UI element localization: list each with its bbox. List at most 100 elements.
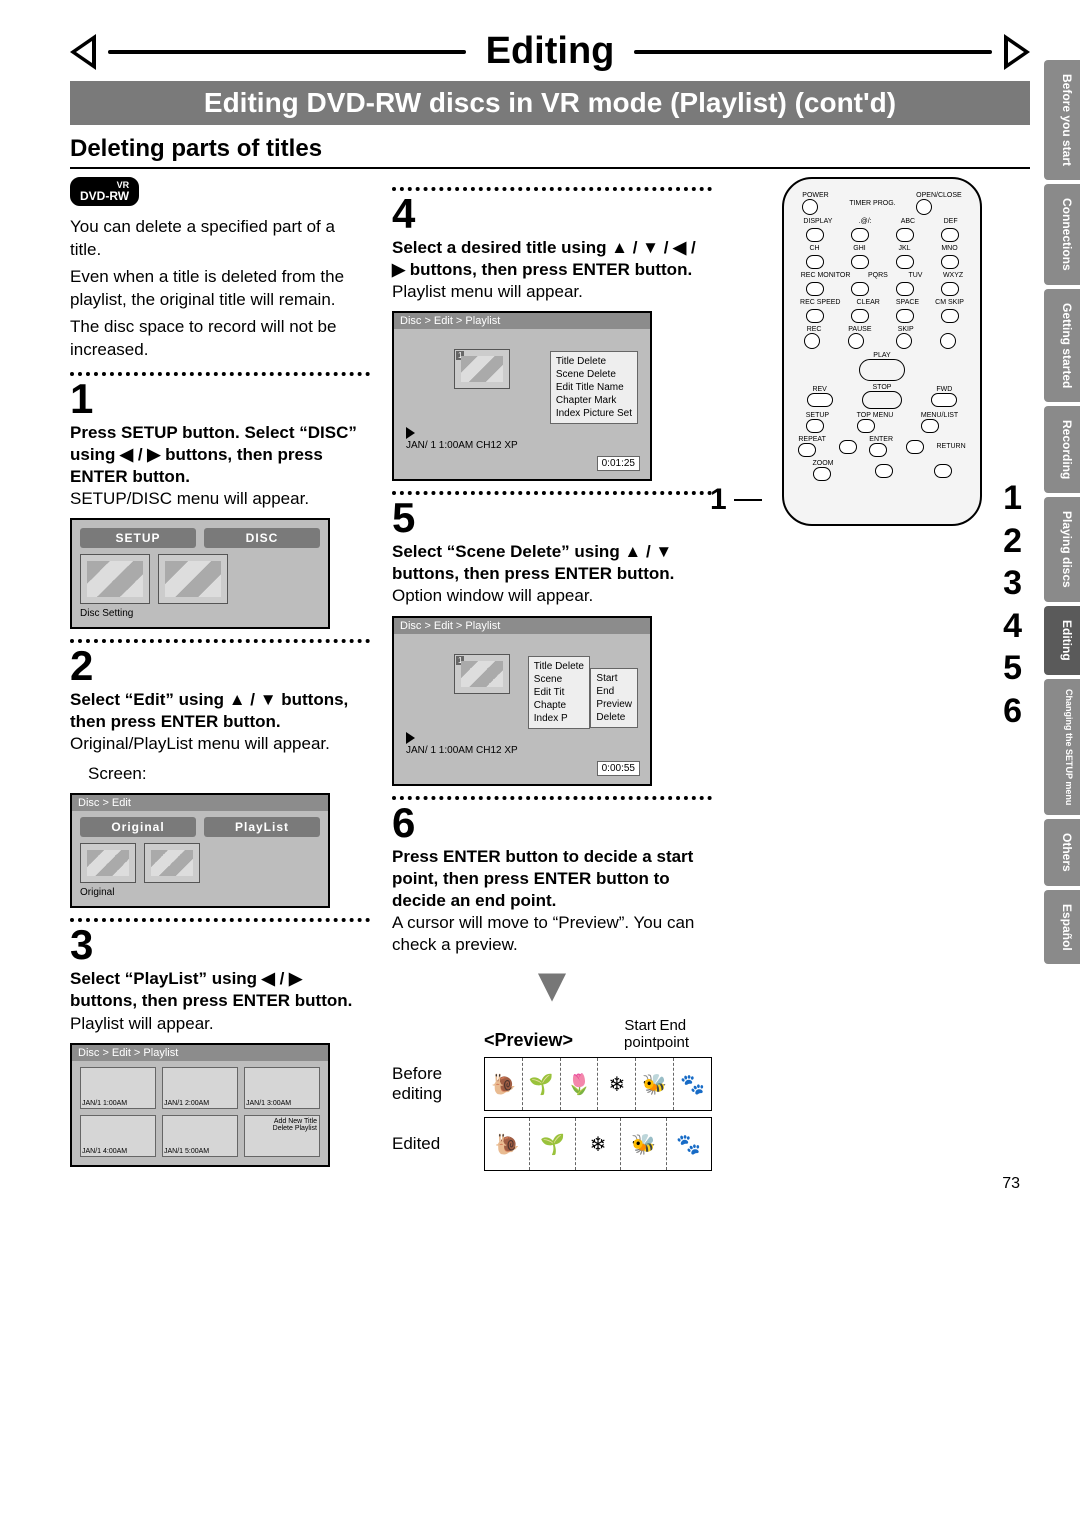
setup-button[interactable] <box>806 419 824 433</box>
key-3-button[interactable] <box>941 228 959 242</box>
power-button[interactable] <box>802 199 818 215</box>
lbl-display: DISPLAY <box>803 218 832 225</box>
clear-button[interactable] <box>851 309 869 323</box>
side-tab[interactable]: Recording <box>1044 406 1080 493</box>
key-2-button[interactable] <box>896 228 914 242</box>
playlist-cell: JAN/1 2:00AM <box>162 1067 238 1109</box>
lbl-abc: ABC <box>898 218 918 225</box>
remote-control: POWER TIMER PROG. OPEN/CLOSE DISPLAY .@/… <box>782 177 982 526</box>
key-1-button[interactable] <box>851 228 869 242</box>
opt: Title Delete <box>534 660 584 673</box>
lbl-def: DEF <box>941 218 961 225</box>
banner-arrow-right-icon <box>1004 34 1030 70</box>
playlist-cell: JAN/1 1:00AM <box>80 1067 156 1109</box>
banner-arrow-left-icon <box>70 34 96 70</box>
lbl-pause: PAUSE <box>848 326 871 333</box>
page-number: 73 <box>1002 1175 1020 1193</box>
recspeed-button[interactable] <box>806 309 824 323</box>
side-tab[interactable]: Playing discs <box>1044 497 1080 602</box>
frame-icon: 🐌 <box>485 1058 523 1110</box>
side-tab[interactable]: Others <box>1044 819 1080 886</box>
zoom-button[interactable] <box>813 467 831 481</box>
fwd-button[interactable] <box>931 393 957 407</box>
key-8-button[interactable] <box>896 282 914 296</box>
step-divider <box>70 372 370 376</box>
skip-next-button[interactable] <box>940 333 956 349</box>
repeat-button[interactable] <box>798 443 816 457</box>
cell-label: JAN/1 2:00AM <box>164 1100 209 1107</box>
frame-icon: ❄ <box>576 1118 621 1170</box>
callout-3: 3 <box>1003 562 1022 605</box>
stop-button[interactable] <box>862 391 902 409</box>
step-2-body: Original/PlayList menu will appear. <box>70 733 370 755</box>
opt-preview: Preview <box>596 698 632 711</box>
start-point-label: Start point <box>624 1017 657 1051</box>
cmskip-button[interactable] <box>941 309 959 323</box>
play-button[interactable] <box>859 359 905 381</box>
frame-icon: 🐾 <box>674 1058 711 1110</box>
playlist-cell: JAN/1 4:00AM <box>80 1115 156 1157</box>
lbl-space: SPACE <box>896 299 919 306</box>
topmenu-button[interactable] <box>857 419 875 433</box>
preview-edited-row: Edited 🐌 🌱 ❄ 🐝 🐾 <box>392 1117 712 1171</box>
side-tab[interactable]: Before you start <box>1044 60 1080 180</box>
recmon-button[interactable] <box>806 282 824 296</box>
end-point-label: End point <box>657 1017 690 1051</box>
screen2-crumb: Disc > Edit <box>72 795 328 811</box>
banner-title: Editing <box>478 30 623 73</box>
frame-icon: 🌱 <box>530 1118 575 1170</box>
key-7-button[interactable] <box>851 282 869 296</box>
step-3-heading: Select “PlayList” using ◀ / ▶ buttons, t… <box>70 968 370 1012</box>
lbl-timerprog: TIMER PROG. <box>849 200 895 207</box>
play-icon <box>406 427 415 439</box>
thumb-icon <box>80 843 136 883</box>
preview-before-row: Before editing 🐌 🌱 🌷 ❄ 🐝 🐾 <box>392 1057 712 1111</box>
key-9-button[interactable] <box>941 282 959 296</box>
nav-left-button[interactable] <box>839 440 857 454</box>
step-divider <box>392 187 712 191</box>
side-tab-active[interactable]: Editing <box>1044 606 1080 675</box>
skip-prev-button[interactable] <box>896 333 912 349</box>
key-5-button[interactable] <box>896 255 914 269</box>
nav-right-button[interactable] <box>906 440 924 454</box>
rev-button[interactable] <box>807 393 833 407</box>
side-tabs: Before you start Connections Getting sta… <box>1044 60 1080 968</box>
lbl-skip: SKIP <box>896 326 916 333</box>
step-6-number: 6 <box>392 802 712 844</box>
screen5-options-right: Start End Preview Delete <box>590 668 638 728</box>
key-6-button[interactable] <box>941 255 959 269</box>
step-3-number: 3 <box>70 924 370 966</box>
opt-scene-delete: Scene Delete <box>556 368 632 381</box>
menulist-button[interactable] <box>921 419 939 433</box>
side-tab[interactable]: Getting started <box>1044 289 1080 402</box>
opt: Scene <box>534 673 584 686</box>
preview-heading: <Preview> <box>484 1030 573 1051</box>
pause-button[interactable] <box>848 333 864 349</box>
screen-edit: Disc > Edit Original PlayList Original <box>70 793 330 908</box>
playlist-cell: JAN/1 3:00AM <box>244 1067 320 1109</box>
callout-5: 5 <box>1003 647 1022 690</box>
side-tab[interactable]: Connections <box>1044 184 1080 285</box>
enter-button[interactable] <box>869 443 887 457</box>
openclose-button[interactable] <box>916 199 932 215</box>
rec-button[interactable] <box>804 333 820 349</box>
banner-rule <box>634 50 992 54</box>
side-tab[interactable]: Changing the SETUP menu <box>1044 679 1080 815</box>
cell-label: JAN/1 3:00AM <box>246 1100 291 1107</box>
side-tab[interactable]: Español <box>1044 890 1080 965</box>
return-button[interactable] <box>934 464 952 478</box>
preview-edited-label: Edited <box>392 1134 476 1154</box>
nav-down-button[interactable] <box>875 464 893 478</box>
step-5-heading: Select “Scene Delete” using ▲ / ▼ button… <box>392 541 712 585</box>
ch-button[interactable] <box>806 255 824 269</box>
display-button[interactable] <box>806 228 824 242</box>
key-0-button[interactable] <box>896 309 914 323</box>
screen5-options-left: Title Delete Scene Edit Tit Chapte Index… <box>528 656 590 729</box>
frame-icon: ❄ <box>598 1058 636 1110</box>
step-1-body: SETUP/DISC menu will appear. <box>70 488 370 510</box>
key-4-button[interactable] <box>851 255 869 269</box>
lbl-pqrs: PQRS <box>868 272 888 279</box>
thumb-icon <box>80 554 150 604</box>
thumb-icon: 1 <box>454 349 510 389</box>
step-4-heading: Select a desired title using ▲ / ▼ / ◀ /… <box>392 237 712 281</box>
